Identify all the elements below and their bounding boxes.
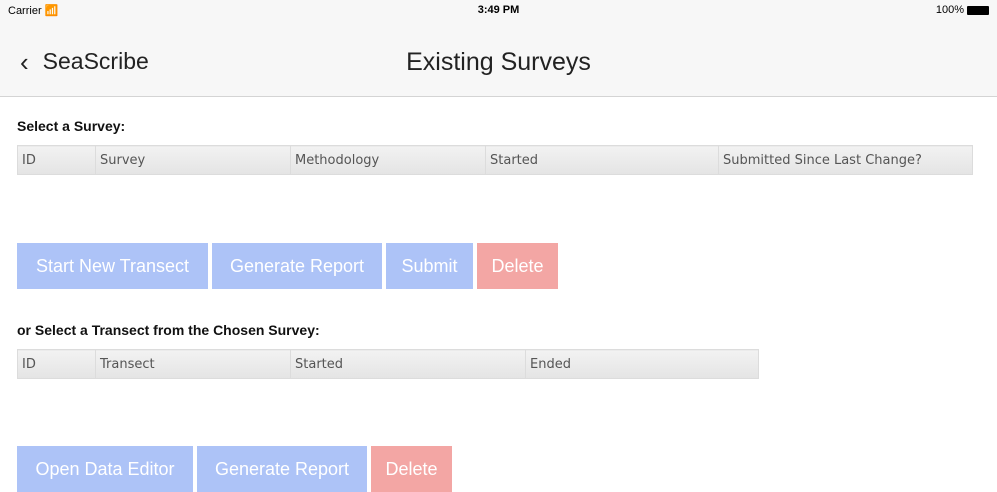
column-header-id[interactable]: ID	[17, 145, 96, 175]
page-title: Existing Surveys	[406, 48, 591, 76]
survey-table-header: ID Survey Methodology Started Submitted …	[17, 145, 973, 175]
column-header-transect[interactable]: Transect	[95, 349, 291, 379]
transect-section-label: or Select a Transect from the Chosen Sur…	[17, 322, 320, 338]
submit-button[interactable]: Submit	[386, 243, 473, 289]
generate-survey-report-button[interactable]: Generate Report	[212, 243, 382, 289]
column-header-survey[interactable]: Survey	[95, 145, 291, 175]
survey-table[interactable]: ID Survey Methodology Started Submitted …	[17, 145, 973, 175]
navigation-bar: ‹ SeaScribe Existing Surveys	[0, 20, 997, 97]
transect-actions: Open Data Editor Generate Report Delete	[17, 446, 452, 492]
survey-section-label: Select a Survey:	[17, 118, 126, 134]
start-new-transect-button[interactable]: Start New Transect	[17, 243, 208, 289]
column-header-methodology[interactable]: Methodology	[290, 145, 486, 175]
open-data-editor-button[interactable]: Open Data Editor	[17, 446, 193, 492]
survey-actions: Start New Transect Generate Report Submi…	[17, 243, 558, 289]
delete-transect-button[interactable]: Delete	[371, 446, 452, 492]
column-header-submitted[interactable]: Submitted Since Last Change?	[718, 145, 973, 175]
column-header-ended[interactable]: Ended	[525, 349, 759, 379]
battery-info: 100%	[936, 4, 989, 16]
column-header-started[interactable]: Started	[290, 349, 526, 379]
battery-icon	[967, 5, 989, 15]
delete-survey-button[interactable]: Delete	[477, 243, 558, 289]
status-time: 3:49 PM	[477, 4, 520, 16]
generate-transect-report-button[interactable]: Generate Report	[197, 446, 367, 492]
column-header-started[interactable]: Started	[485, 145, 719, 175]
transect-table-header: ID Transect Started Ended	[17, 349, 759, 379]
transect-table[interactable]: ID Transect Started Ended	[17, 349, 759, 379]
status-bar: Carrier 📶 3:49 PM 100%	[0, 0, 997, 20]
battery-percent: 100%	[935, 4, 964, 16]
column-header-id[interactable]: ID	[17, 349, 96, 379]
